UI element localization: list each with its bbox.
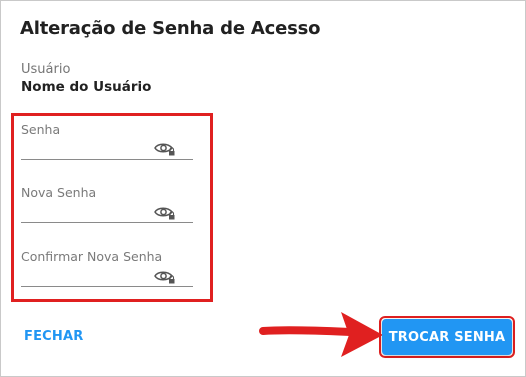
change-password-dialog: Alteração de Senha de Acesso Usuário Nom…: [0, 0, 526, 377]
user-label: Usuário: [21, 62, 71, 77]
user-name: Nome do Usuário: [21, 79, 152, 95]
dialog-title: Alteração de Senha de Acesso: [20, 18, 321, 39]
annotation-arrow-icon: [259, 312, 383, 357]
close-button[interactable]: FECHAR: [24, 329, 83, 344]
change-password-button[interactable]: TROCAR SENHA: [382, 319, 512, 355]
annotation-highlight-box: [11, 113, 213, 302]
